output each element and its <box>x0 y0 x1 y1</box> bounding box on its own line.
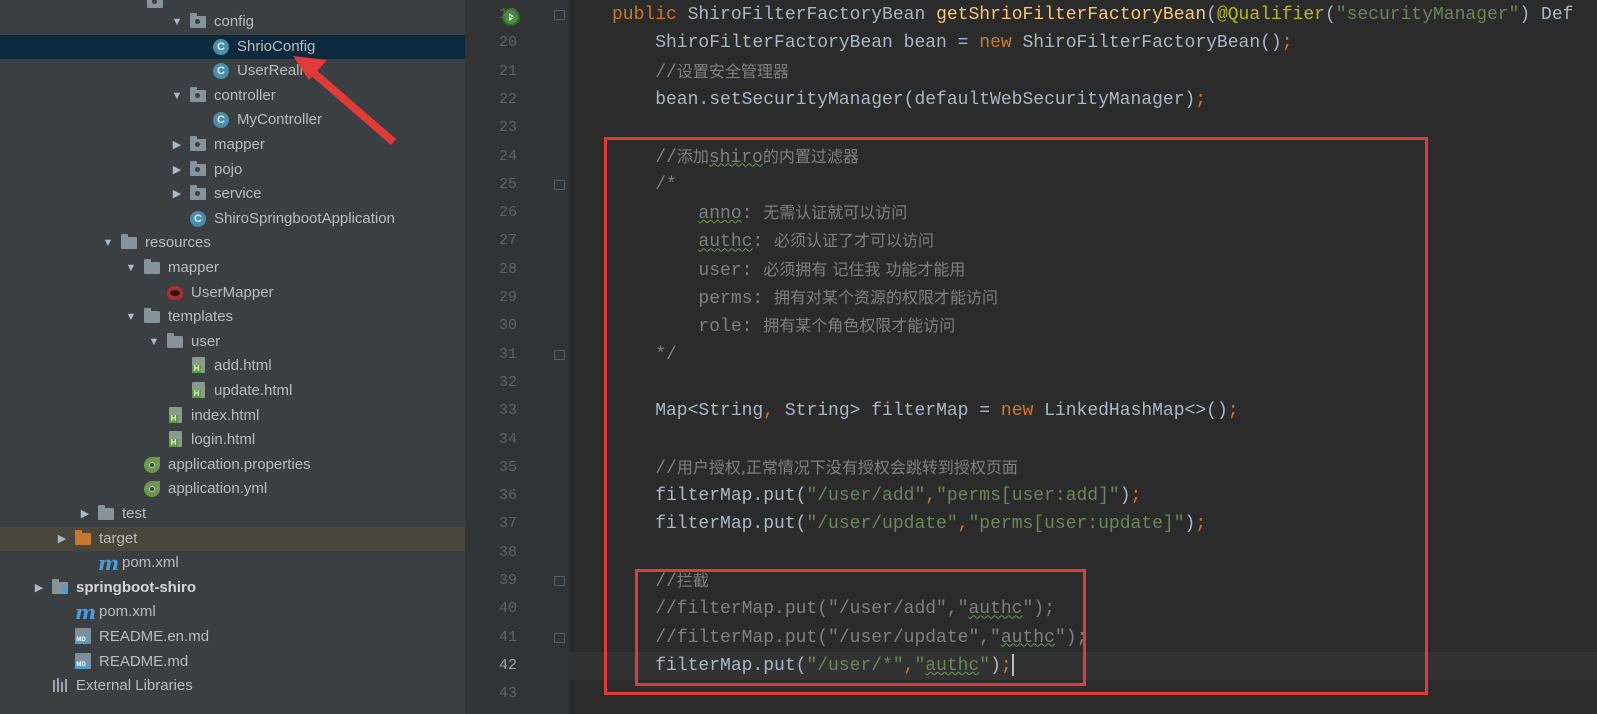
fold-marker-icon[interactable] <box>554 349 565 360</box>
line-number: 41 <box>498 628 517 646</box>
fold-marker-icon[interactable] <box>554 632 565 643</box>
line-number: 21 <box>498 62 517 80</box>
line-number: 27 <box>498 232 517 250</box>
line-number: 28 <box>498 260 517 278</box>
line-number: 22 <box>498 90 517 108</box>
line-number: 19 <box>498 6 517 23</box>
line-number: 33 <box>498 402 517 420</box>
line-number: 24 <box>498 147 517 165</box>
fold-marker-icon[interactable] <box>554 10 565 20</box>
line-number: 40 <box>498 600 517 618</box>
line-number: 25 <box>498 175 517 193</box>
line-number: 30 <box>498 317 517 335</box>
line-number: 43 <box>498 685 517 703</box>
fold-marker-icon[interactable] <box>554 576 565 586</box>
line-number: 42 <box>498 656 517 674</box>
annotation-arrow <box>293 56 396 145</box>
line-number: 39 <box>498 572 517 589</box>
line-number: 35 <box>498 458 517 476</box>
line-number: 29 <box>498 289 517 306</box>
line-number: 36 <box>498 487 517 505</box>
line-number: 32 <box>498 373 517 391</box>
line-number: 38 <box>498 543 517 561</box>
line-number: 31 <box>498 345 517 363</box>
line-number: 20 <box>498 34 517 52</box>
line-number: 37 <box>498 515 517 533</box>
line-number: 34 <box>498 430 517 448</box>
fold-marker-icon[interactable] <box>554 179 565 190</box>
line-number: 26 <box>498 204 517 222</box>
line-number: 23 <box>498 119 517 137</box>
